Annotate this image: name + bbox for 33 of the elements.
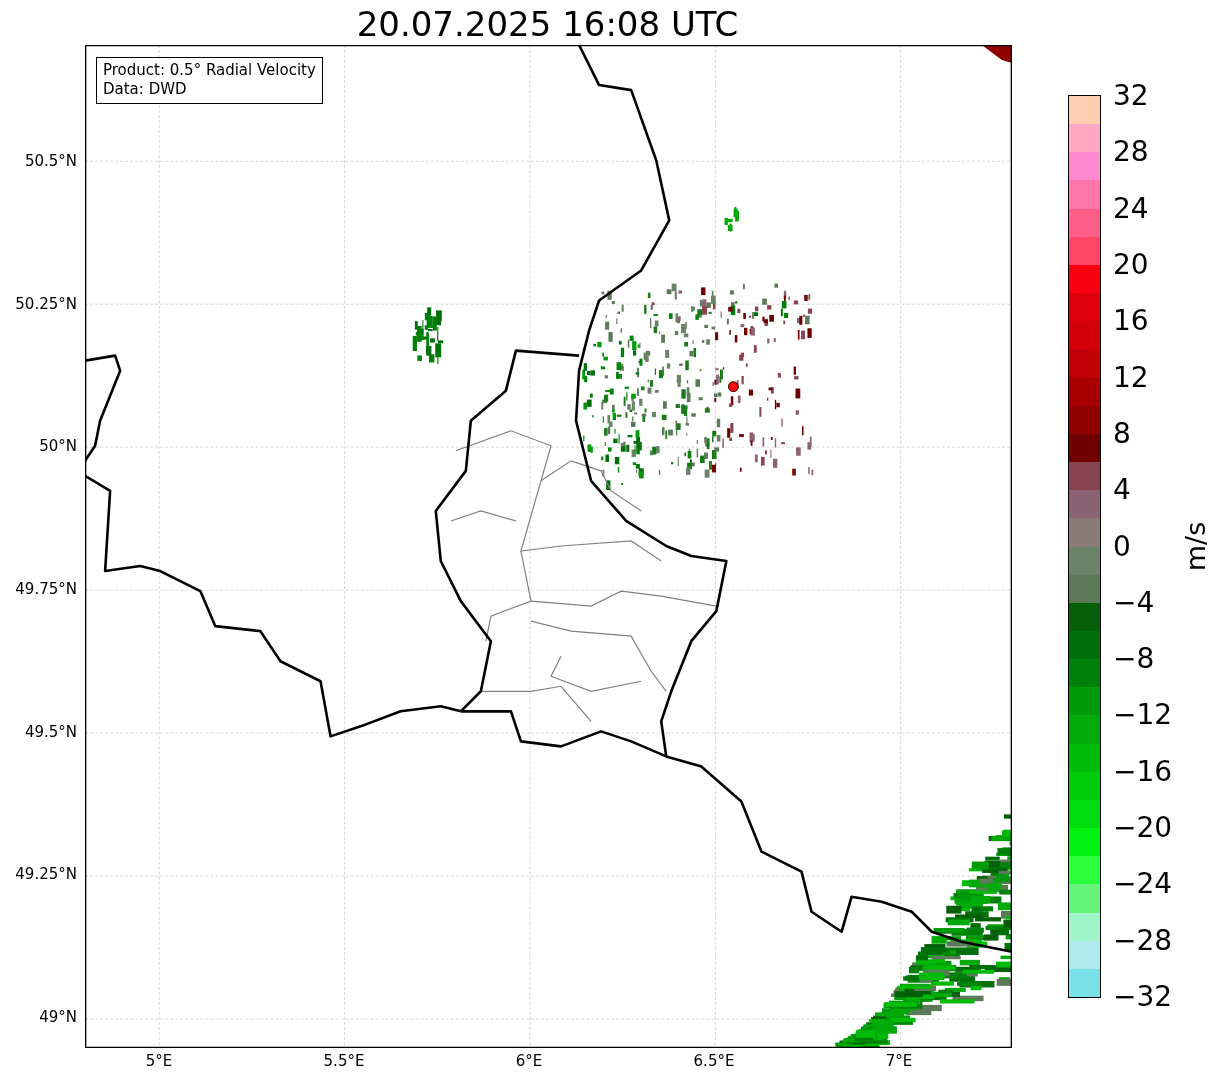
latitude-label: 50.25°N — [15, 294, 77, 313]
longitude-label: 6.5°E — [693, 1052, 735, 1070]
latitude-label: 49.75°N — [15, 580, 77, 598]
info-text: Data: DWD — [103, 80, 188, 99]
latitude-label: 50°N — [39, 437, 77, 456]
latitude-label: 49°N — [39, 1008, 77, 1026]
colorbar-tick-label: 32 — [1112, 78, 1149, 112]
colorbar-tick-label: 12 — [1112, 360, 1149, 394]
colorbar-tick-label: −16 — [1112, 754, 1173, 788]
chart-title: 20.07.2025 16:08 UTC — [355, 3, 740, 45]
colorbar-tick-label: 28 — [1112, 134, 1149, 168]
colorbar-tick-label: −20 — [1112, 810, 1173, 844]
longitude-label: 7°E — [885, 1052, 913, 1070]
colorbar-tick-label: 8 — [1112, 416, 1131, 450]
colorbar-unit-label: m/s — [1180, 521, 1212, 572]
longitude-label: 6°E — [515, 1052, 543, 1070]
latitude-label: 49.5°N — [24, 722, 77, 741]
latitude-label: 50.5°N — [24, 152, 77, 170]
colorbar-tick-label: 24 — [1112, 191, 1149, 225]
colorbar-tick-label: 4 — [1112, 472, 1131, 506]
colorbar-tick-label: −32 — [1112, 979, 1173, 1013]
colorbar-tick-label: −28 — [1112, 923, 1173, 957]
longitude-label: 5°E — [145, 1052, 173, 1070]
colorbar-tick-label: −4 — [1112, 585, 1155, 619]
colorbar-tick-label: 0 — [1112, 529, 1131, 562]
colorbar-tick-label: 20 — [1112, 247, 1149, 281]
latitude-label: 49.25°N — [15, 865, 77, 884]
colorbar-tick-label: −8 — [1112, 641, 1155, 675]
info-text: Product: 0.5° Radial Velocity — [103, 61, 316, 80]
colorbar-tick-label: 16 — [1112, 303, 1149, 337]
colorbar-tick-label: −12 — [1112, 697, 1173, 731]
longitude-label: 5.5°E — [323, 1052, 365, 1070]
colorbar-tick-label: −24 — [1112, 866, 1173, 900]
